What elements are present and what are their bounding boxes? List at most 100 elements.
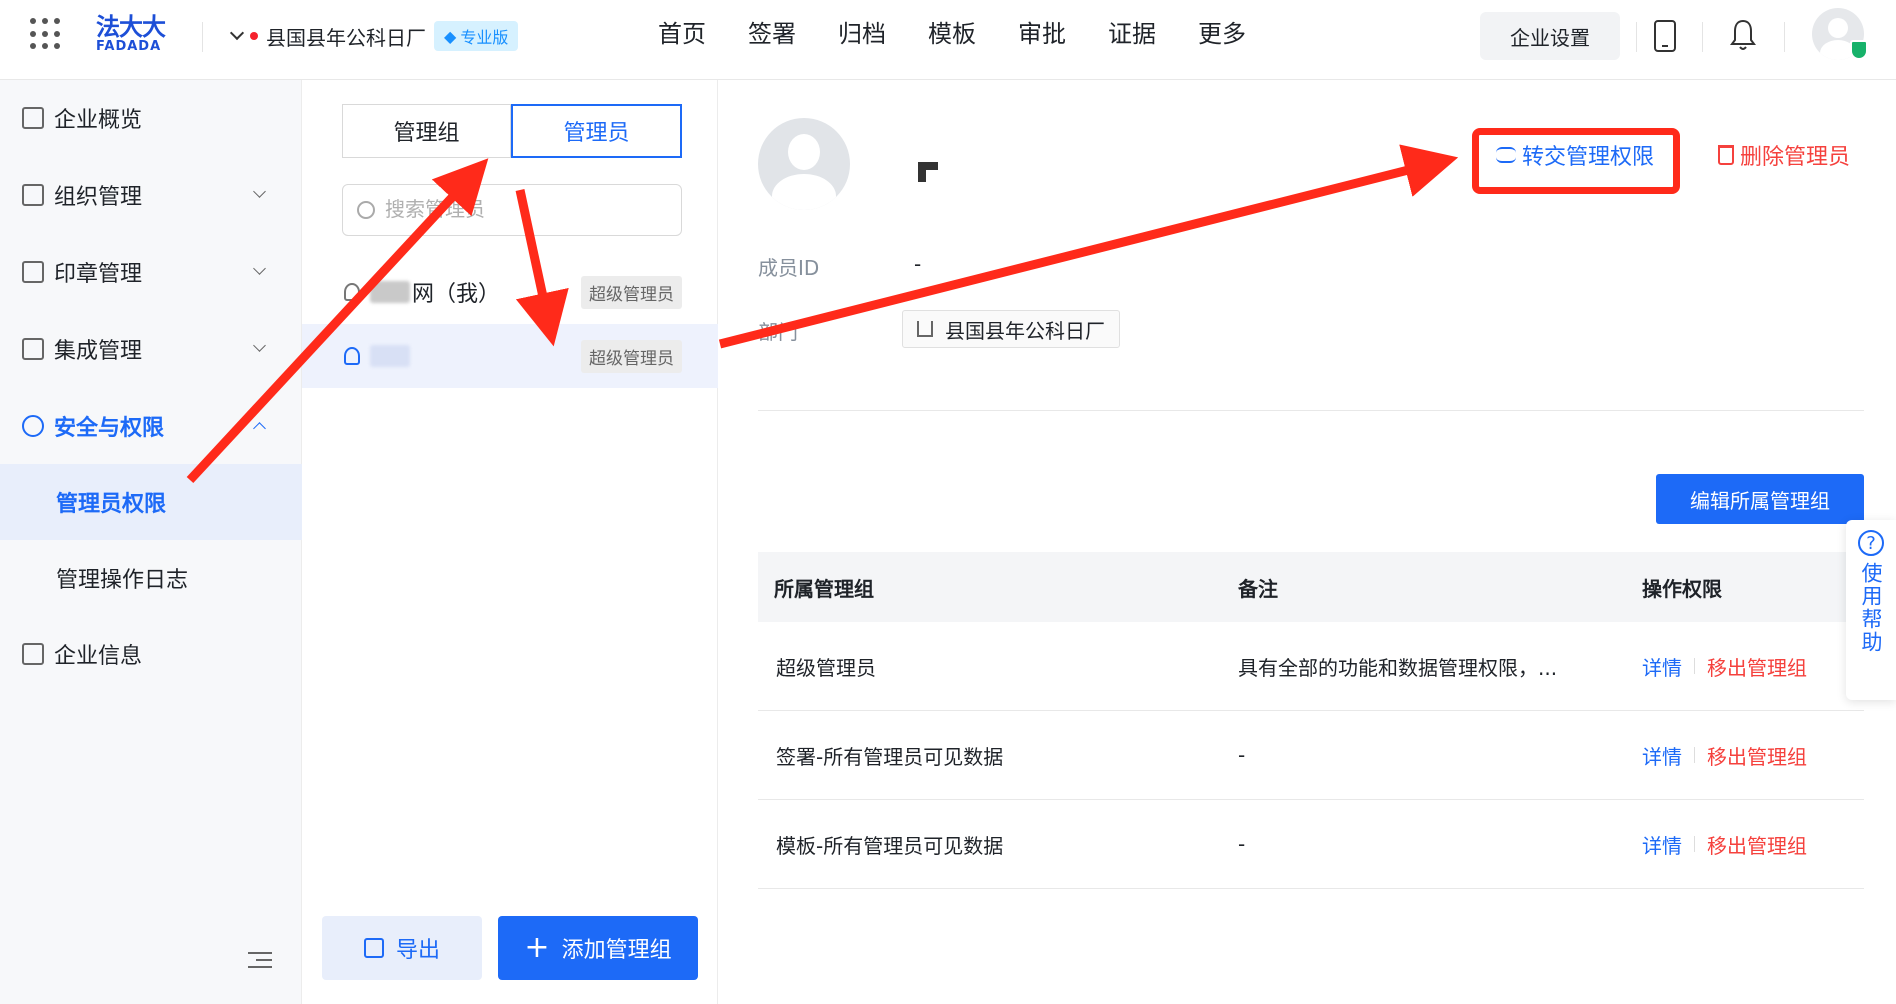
sidebar-item-overview[interactable]: 企业概览 [0,80,302,156]
list-item[interactable]: 超级管理员 [302,324,718,388]
delete-label: 删除管理员 [1740,145,1851,170]
list-item[interactable]: 网（我） 超级管理员 [302,260,718,324]
cell-group: 模板-所有管理员可见数据 [776,833,1004,858]
nav-sign[interactable]: 签署 [748,16,796,52]
diamond-icon: ◆ [444,26,457,46]
divider [1636,22,1637,52]
transfer-label: 转交管理权限 [1522,145,1655,170]
building-icon [22,643,44,665]
col-group: 所属管理组 [774,576,874,601]
sidebar-item-admin-permission[interactable]: 管理员权限 [0,464,302,540]
nav-template[interactable]: 模板 [928,16,976,52]
sidebar-item-org[interactable]: 组织管理 [0,157,302,233]
search-input[interactable] [385,198,665,222]
app-grid-icon[interactable] [30,18,62,50]
remove-from-group-link[interactable]: 移出管理组 [1707,652,1807,681]
status-dot [250,32,258,40]
member-id-label: 成员ID [758,256,820,280]
nav-more[interactable]: 更多 [1198,16,1246,52]
logo[interactable]: 法大大 FADADA [96,13,166,54]
table-row: 签署-所有管理员可见数据 - 详情 移出管理组 [758,711,1864,800]
transfer-permission-button[interactable]: 转交管理权限 [1496,140,1654,170]
trash-icon [1718,145,1734,165]
dept-label: 部门 [758,320,798,344]
sidebar-item-label: 企业信息 [54,644,143,669]
tab-admin-groups[interactable]: 管理组 [342,104,511,158]
nav-approval[interactable]: 审批 [1018,16,1066,52]
company-name: 县国县年公科日厂 [266,25,426,50]
sidebar: 企业概览 组织管理 印章管理 集成管理 安全与权限 管理员权限 管理操作日志 企… [0,80,302,1004]
org-icon [22,184,44,206]
user-icon [344,347,360,365]
chevron-down-icon [253,262,266,275]
cell-note: - [1238,743,1246,767]
dashboard-icon [22,107,44,129]
separator [1694,658,1695,674]
sidebar-item-operation-log[interactable]: 管理操作日志 [0,540,302,616]
sidebar-item-security[interactable]: 安全与权限 [0,388,302,464]
swap-icon [1496,147,1516,163]
member-avatar [758,118,850,210]
cell-actions: 详情 移出管理组 [1624,652,1864,681]
bell-icon[interactable] [1730,18,1756,52]
table-row: 模板-所有管理员可见数据 - 详情 移出管理组 [758,800,1864,889]
main-nav: 首页 签署 归档 模板 审批 证据 更多 [658,16,1246,52]
dept-tag: 县国县年公科日厂 [902,310,1120,348]
sidebar-item-label: 组织管理 [54,185,143,210]
delete-admin-button[interactable]: 删除管理员 [1718,140,1850,170]
nav-home[interactable]: 首页 [658,16,706,52]
logo-en: FADADA [96,39,162,54]
seal-icon [22,261,44,283]
export-icon [363,938,384,958]
cell-note: 具有全部的功能和数据管理权限，... [1238,655,1558,680]
sidebar-item-label: 企业概览 [54,108,143,133]
edit-group-button[interactable]: 编辑所属管理组 [1656,474,1864,524]
sidebar-item-seal[interactable]: 印章管理 [0,234,302,310]
divider [758,410,1864,411]
collapse-sidebar-icon[interactable] [248,952,272,972]
add-group-label: 添加管理组 [561,938,672,963]
detail-link[interactable]: 详情 [1642,652,1682,681]
divider [202,22,203,52]
add-group-button[interactable]: + 添加管理组 [498,916,698,980]
mobile-icon[interactable] [1654,20,1676,52]
group-table: 所属管理组 备注 操作权限 超级管理员 具有全部的功能和数据管理权限，... 详… [758,552,1864,889]
remove-from-group-link[interactable]: 移出管理组 [1707,830,1807,859]
enterprise-settings-button[interactable]: 企业设置 [1480,12,1620,60]
role-badge: 超级管理员 [581,340,682,373]
member-id-value: - [914,252,922,276]
separator [1694,836,1695,852]
panel-tabs: 管理组 管理员 [342,104,682,158]
detail-link[interactable]: 详情 [1642,830,1682,859]
sidebar-item-integration[interactable]: 集成管理 [0,311,302,387]
logo-cn: 法大大 [96,13,166,41]
help-float-button[interactable]: ? 使用帮助 [1846,520,1896,700]
sidebar-item-enterprise-info[interactable]: 企业信息 [0,616,302,692]
shield-check-icon [1850,40,1868,60]
search-icon [357,201,375,219]
cell-actions: 详情 移出管理组 [1624,741,1864,770]
chevron-down-icon [253,185,266,198]
export-button[interactable]: 导出 [322,916,482,980]
dept-value: 县国县年公科日厂 [945,318,1105,343]
key-icon [22,415,44,437]
col-note: 备注 [1238,576,1278,601]
sidebar-item-label: 印章管理 [54,262,143,287]
tab-admins[interactable]: 管理员 [511,104,682,158]
member-detail: 转交管理权限 删除管理员 成员ID - 部门 县国县年公科日厂 编辑所属管理组 … [718,80,1896,1004]
org-tree-icon [917,321,933,337]
layers-icon [22,338,44,360]
detail-link[interactable]: 详情 [1642,741,1682,770]
role-badge: 超级管理员 [581,276,682,309]
member-name: 网（我） [412,282,501,307]
redacted-name [370,281,410,303]
search-box [342,184,682,236]
nav-archive[interactable]: 归档 [838,16,886,52]
help-icon: ? [1858,530,1884,556]
cell-note: - [1238,832,1246,856]
redacted-name [370,345,410,367]
company-switcher[interactable]: 县国县年公科日厂 ◆ 专业版 [229,20,519,52]
col-actions: 操作权限 [1642,576,1722,601]
nav-evidence[interactable]: 证据 [1108,16,1156,52]
remove-from-group-link[interactable]: 移出管理组 [1707,741,1807,770]
